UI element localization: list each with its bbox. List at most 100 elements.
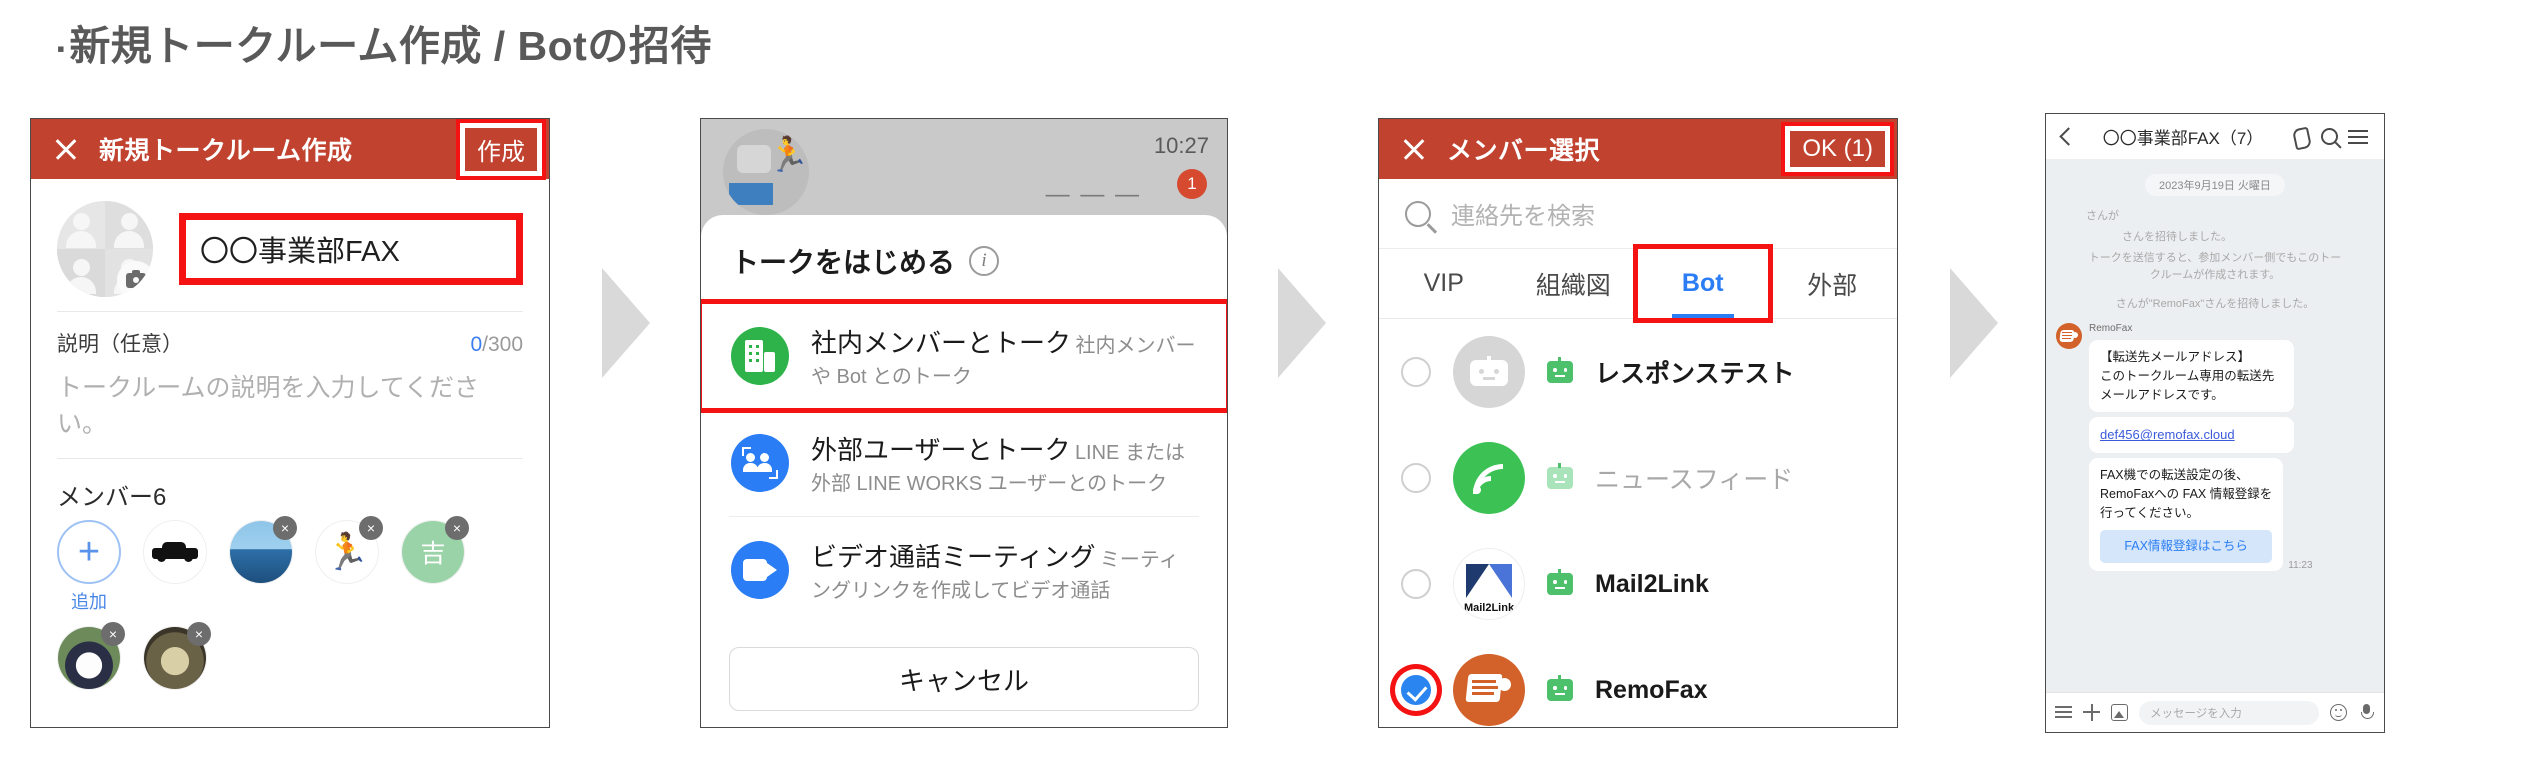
camera-icon[interactable] [117, 261, 153, 297]
chat-header: 〇〇事業部FAX（7） [2046, 114, 2384, 160]
bot-badge-icon [1547, 463, 1573, 489]
fax-registration-button[interactable]: FAX情報登録はこちら [2100, 530, 2273, 564]
member-avatar-grid: + 追加 × 🏃 × 吉 × × × [57, 516, 523, 700]
contact-search-input[interactable]: 連絡先を検索 [1451, 196, 1595, 231]
member-avatar-car[interactable] [143, 520, 207, 614]
date-separator: 2023年9月19日 火曜日 [2145, 174, 2285, 196]
option-video-meeting[interactable]: ビデオ通話ミーティング ミーティングリンクを作成してビデオ通話 [701, 517, 1227, 623]
chat-bubble-link[interactable]: def456@remofax.cloud [2089, 417, 2294, 454]
rss-avatar [1453, 442, 1525, 514]
contact-search-row[interactable]: 連絡先を検索 [1379, 179, 1897, 249]
option-title: 社内メンバーとトーク [811, 328, 1072, 358]
member-avatar-initial[interactable]: 吉 × [401, 516, 469, 614]
chat-input-bar: メッセージを入力 [2046, 692, 2384, 732]
hamburger-menu-icon[interactable] [2348, 129, 2368, 144]
chat-bubble-text: FAX機での転送設定の後、 RemoFaxへの FAX 情報登録を 行ってくださ… [2100, 468, 2273, 520]
chevron-left-icon[interactable] [2059, 127, 2078, 146]
close-icon[interactable] [49, 132, 83, 166]
screen3-appbar: メンバー選択 OK (1) [1379, 119, 1897, 179]
remove-member-icon[interactable]: × [273, 516, 297, 540]
system-message: さんが"RemoFax"さんを招待しました。 [2115, 298, 2315, 311]
image-icon[interactable] [2111, 704, 2128, 721]
chat-message-row: RemoFax 【転送先メールアドレス】 このトークルーム専用の転送先 メールア… [2056, 323, 2374, 572]
mail2link-avatar: Mail2Link [1453, 548, 1525, 620]
bullet-icon: ▪ [57, 36, 66, 62]
remove-member-icon[interactable]: × [187, 622, 211, 646]
add-member-button[interactable]: + 追加 [57, 520, 121, 614]
screen3-title: メンバー選択 [1447, 137, 1601, 165]
bot-badge-icon [1547, 357, 1573, 383]
emoji-icon[interactable] [2330, 704, 2347, 721]
create-button[interactable]: 作成 [460, 122, 542, 176]
message-timestamp: 11:23 [2288, 560, 2313, 572]
screen-talk-room: 〇〇事業部FAX（7） 2023年9月19日 火曜日 さんが さんを招待しました… [2045, 113, 2385, 733]
member-avatar-panda[interactable]: × [57, 622, 125, 690]
option-external-user-talk[interactable]: 外部ユーザーとトーク LINE または外部 LINE WORKS ユーザーとのト… [701, 410, 1227, 516]
member-avatar-jumping-person[interactable]: 🏃 × [315, 516, 383, 614]
more-menu-icon[interactable] [2055, 704, 2072, 721]
page-title-text: 新規トークルーム作成 / Botの招待 [69, 23, 712, 69]
bot-list-item[interactable]: レスポンステスト [1379, 319, 1897, 425]
page-title: ▪新規トークルーム作成 / Botの招待 [57, 12, 712, 72]
message-input[interactable]: メッセージを入力 [2139, 700, 2319, 725]
system-message: さんが [2086, 210, 2119, 222]
select-checkbox[interactable] [1401, 357, 1431, 387]
phone-icon[interactable] [2291, 127, 2311, 147]
select-checkbox[interactable] [1401, 463, 1431, 493]
unread-badge: 1 [1177, 169, 1207, 199]
option-title: ビデオ通話ミーティング [811, 542, 1096, 572]
robot-avatar [1453, 336, 1525, 408]
tab-external[interactable]: 外部 [1768, 249, 1898, 318]
remove-member-icon[interactable]: × [445, 516, 469, 540]
select-checkbox[interactable] [1401, 569, 1431, 599]
chat-bubble: FAX機での転送設定の後、 RemoFaxへの FAX 情報登録を 行ってくださ… [2089, 458, 2284, 572]
remove-member-icon[interactable]: × [359, 516, 383, 540]
description-label: 説明（任意） [57, 333, 183, 356]
screen-member-select: メンバー選択 OK (1) 連絡先を検索 VIP 組織図 Bot 外部 レスポン… [1378, 118, 1898, 728]
background-person-icon: 🏃 [767, 136, 810, 174]
member-avatar-seaside[interactable]: × [229, 516, 297, 614]
forwarding-email-link[interactable]: def456@remofax.cloud [2100, 427, 2235, 442]
screen-start-talk-sheet: 🏃 10:27 — — — 1 トークをはじめる i 社内メンバーとトーク 社内… [700, 118, 1228, 728]
microphone-icon[interactable] [2358, 704, 2375, 721]
option-internal-member-talk[interactable]: 社内メンバーとトーク 社内メンバーや Bot とのトーク [701, 299, 1227, 413]
bot-name: RemoFax [1595, 675, 1708, 704]
group-avatar[interactable] [57, 201, 153, 297]
room-name-field[interactable]: 〇〇事業部FAX [179, 213, 523, 285]
remofax-avatar[interactable] [2056, 323, 2082, 350]
tab-vip[interactable]: VIP [1379, 249, 1509, 318]
bot-badge-icon [1547, 569, 1573, 595]
close-icon[interactable] [1397, 132, 1431, 166]
search-icon[interactable] [2321, 128, 2338, 145]
slide-root: ▪新規トークルーム作成 / Botの招待 新規トークルーム作成 作成 〇〇事業部… [0, 0, 2532, 766]
ok-button[interactable]: OK (1) [1785, 126, 1890, 172]
sheet-title: トークをはじめる [731, 247, 956, 278]
tab-org-chart[interactable]: 組織図 [1509, 249, 1639, 318]
member-avatar-artwork[interactable]: × [143, 622, 211, 690]
screen1-title: 新規トークルーム作成 [99, 137, 353, 165]
status-time: 10:27 [1153, 133, 1209, 158]
group-avatar-row: 〇〇事業部FAX [31, 179, 549, 311]
mail2link-avatar-caption: Mail2Link [1463, 602, 1515, 614]
info-icon[interactable]: i [969, 246, 1000, 276]
system-message: さんを招待しました。 [2122, 231, 2232, 244]
description-counter: 0/300 [470, 333, 523, 356]
select-checkbox[interactable] [1401, 675, 1431, 705]
bot-badge-icon [1547, 675, 1573, 701]
description-input[interactable]: トークルームの説明を入力してください。 [57, 368, 523, 458]
message-sender-name: RemoFax [2089, 323, 2133, 335]
sheet-header: トークをはじめる i [701, 215, 1227, 303]
remove-member-icon[interactable]: × [101, 622, 125, 646]
members-label: メンバー6 [57, 484, 167, 511]
tab-bot[interactable]: Bot [1633, 244, 1773, 323]
remofax-avatar [1453, 654, 1525, 726]
bot-list-item[interactable]: ニュースフィード [1379, 425, 1897, 531]
room-name-value: 〇〇事業部FAX [200, 236, 400, 268]
bottom-sheet: トークをはじめる i 社内メンバーとトーク 社内メンバーや Bot とのトーク [701, 215, 1227, 727]
bot-list-item-selected[interactable]: RemoFax [1379, 637, 1897, 727]
bot-list-item[interactable]: Mail2Link Mail2Link [1379, 531, 1897, 637]
description-section: 説明（任意） 0/300 トークルームの説明を入力してください。 [31, 312, 549, 458]
plus-icon[interactable] [2083, 704, 2100, 721]
members-section: メンバー6 + 追加 × 🏃 × 吉 × × × [31, 459, 549, 700]
cancel-button[interactable]: キャンセル [729, 647, 1199, 711]
